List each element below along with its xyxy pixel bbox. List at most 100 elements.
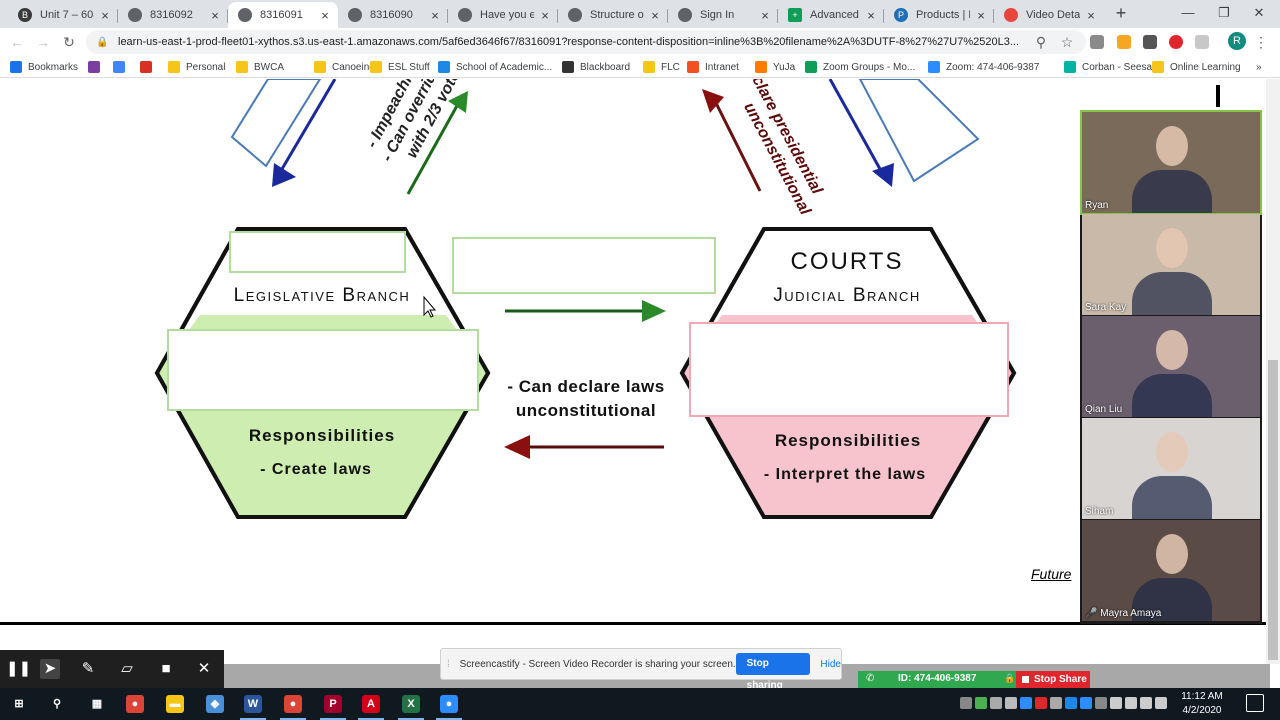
tray-icon[interactable] [975, 697, 987, 709]
menu-dots-icon[interactable]: ⋮ [1250, 32, 1272, 52]
bookmark-bookmarks[interactable]: Bookmarks [10, 59, 78, 75]
bookmark-online-learning[interactable]: Online Learning [1152, 59, 1241, 75]
search-icon[interactable]: ⚲ [40, 692, 74, 716]
file-explorer-icon[interactable]: ▬ [158, 692, 192, 716]
stop-sharing-button[interactable]: Stop sharing [735, 653, 811, 691]
tray-icon[interactable] [1065, 697, 1077, 709]
notification-icon[interactable] [1246, 694, 1264, 712]
tab-sign-in[interactable]: Sign In × [668, 2, 778, 28]
tab-close-icon[interactable]: × [648, 8, 662, 23]
tab-unit-7[interactable]: B Unit 7 – 6036 × [8, 2, 118, 28]
hide-button[interactable]: Hide [820, 659, 841, 670]
participant-tile-sara-kay[interactable]: Sara Kay [1082, 214, 1260, 315]
tray-icon[interactable] [1110, 697, 1122, 709]
app-icon[interactable]: ◆ [198, 692, 232, 716]
chrome-icon[interactable]: ● [118, 692, 152, 716]
bookmark-yuja[interactable]: YuJa [755, 59, 795, 75]
tab-video-details[interactable]: Video Details × [994, 2, 1104, 28]
close-icon[interactable]: ✕ [194, 659, 214, 679]
back-icon[interactable]: ← [6, 32, 28, 52]
tab-8316090[interactable]: 8316090 × [338, 2, 448, 28]
powerpoint-icon[interactable]: P [316, 692, 350, 720]
chrome-running-icon[interactable]: ● [276, 692, 310, 720]
tray-icon[interactable] [990, 697, 1002, 709]
participant-tile-mayra-amaya[interactable]: 🎤 Mayra Amaya [1082, 520, 1260, 621]
forward-icon[interactable]: → [32, 32, 54, 52]
bookmark-zoom-groups-mo[interactable]: Zoom Groups - Mo... [805, 59, 915, 75]
bookmark-school-of-academic[interactable]: School of Academic... [438, 59, 552, 75]
tab-8316092[interactable]: 8316092 × [118, 2, 228, 28]
bookmark-label: Zoom Groups - Mo... [823, 61, 916, 73]
word-icon[interactable]: W [236, 692, 270, 720]
tray-icon[interactable] [1050, 697, 1062, 709]
bookmark-canoeing[interactable]: Canoeing [314, 59, 375, 75]
cursor-icon[interactable]: ➤ [40, 659, 60, 679]
bookmark-peace[interactable] [88, 59, 106, 75]
reload-icon[interactable]: ↻ [58, 32, 80, 52]
tab-close-icon[interactable]: × [974, 8, 988, 23]
tab-close-icon[interactable]: × [864, 8, 878, 23]
tab-advanced[interactable]: + Advanced Mc × [778, 2, 884, 28]
tray-icon[interactable] [1155, 697, 1167, 709]
tab-structure-of[interactable]: Structure of F × [558, 2, 668, 28]
stop-share-button[interactable]: Stop Share [1016, 671, 1090, 688]
bookmark-star-icon[interactable]: ☆ [1056, 32, 1078, 52]
screencastify-extension-icon[interactable] [1169, 35, 1183, 49]
acrobat-icon[interactable]: A [354, 692, 388, 720]
profile-avatar[interactable]: R [1228, 32, 1246, 50]
participant-tile-qian-liu[interactable]: Qian Liu [1082, 316, 1260, 417]
pause-icon[interactable]: ❚❚ [6, 659, 31, 679]
tray-icon[interactable] [1095, 697, 1107, 709]
tray-icon[interactable] [1140, 697, 1152, 709]
tray-icon[interactable] [1080, 697, 1092, 709]
tab-close-icon[interactable]: × [208, 8, 222, 23]
excel-icon[interactable]: X [394, 692, 428, 720]
tab-close-icon[interactable]: × [428, 8, 442, 23]
extension-icon[interactable] [1090, 35, 1104, 49]
tray-icon[interactable] [1020, 697, 1032, 709]
bookmark-blackboard[interactable]: Blackboard [562, 59, 630, 75]
e-icon [140, 61, 152, 73]
participant-tile-ryan[interactable]: Ryan [1080, 110, 1262, 215]
extension-icon[interactable] [1143, 35, 1157, 49]
drag-grip-icon[interactable]: ⁞ [447, 659, 456, 670]
tab-8316091-active[interactable]: 8316091 × [228, 2, 338, 28]
tab-close-icon[interactable]: × [98, 8, 112, 23]
camera-icon[interactable]: ■ [156, 659, 176, 679]
eraser-icon[interactable]: ▱ [117, 659, 137, 679]
bookmark-esl-stuff[interactable]: ESL Stuff [370, 59, 430, 75]
tab-close-icon[interactable]: × [538, 8, 552, 23]
extension-icon[interactable] [1117, 35, 1131, 49]
windows-start-icon[interactable]: ⊞ [2, 692, 36, 716]
bookmark-bwca[interactable]: BWCA [236, 59, 284, 75]
participant-tile-siham[interactable]: Siham [1082, 418, 1260, 519]
bookmark-personal[interactable]: Personal [168, 59, 225, 75]
tab-products[interactable]: P Products | Pe × [884, 2, 994, 28]
zoom-icon[interactable]: ● [432, 692, 466, 720]
taskbar-clock[interactable]: 11:12 AM 4/2/2020 [1172, 690, 1232, 718]
window-close-button[interactable]: ✕ [1236, 2, 1280, 24]
pen-icon[interactable]: ✎ [78, 659, 98, 679]
scrollbar-thumb[interactable] [1268, 360, 1278, 660]
tray-icon[interactable] [1005, 697, 1017, 709]
future-link[interactable]: Future [1031, 566, 1071, 582]
extension-icon[interactable] [1195, 35, 1209, 49]
zoom-lens-icon[interactable]: ⚲ [1030, 32, 1052, 52]
calculator-icon[interactable]: ▦ [80, 692, 114, 716]
bookmark-e[interactable] [140, 59, 158, 75]
bookmarks-overflow-button[interactable]: » [1256, 59, 1262, 75]
tray-icon[interactable] [1125, 697, 1137, 709]
tray-icon[interactable] [1035, 697, 1047, 709]
tab-close-icon[interactable]: × [758, 8, 772, 23]
bookmark-zoom-474-406-9387[interactable]: Zoom: 474-406-9387 [928, 59, 1039, 75]
bookmark-flc[interactable]: FLC [643, 59, 680, 75]
tab-close-icon[interactable]: × [318, 8, 332, 23]
bookmark-tab[interactable] [113, 59, 131, 75]
tray-icon[interactable] [960, 697, 972, 709]
address-bar[interactable]: 🔒 learn-us-east-1-prod-fleet01-xythos.s3… [86, 30, 1086, 54]
tab-have-you-ever[interactable]: Have you eve × [448, 2, 558, 28]
bookmark-corban-seesaw[interactable]: Corban - Seesaw [1064, 59, 1159, 75]
tab-close-icon[interactable]: × [1084, 8, 1098, 23]
bookmark-intranet[interactable]: Intranet [687, 59, 739, 75]
new-tab-button[interactable]: + [1111, 4, 1131, 24]
